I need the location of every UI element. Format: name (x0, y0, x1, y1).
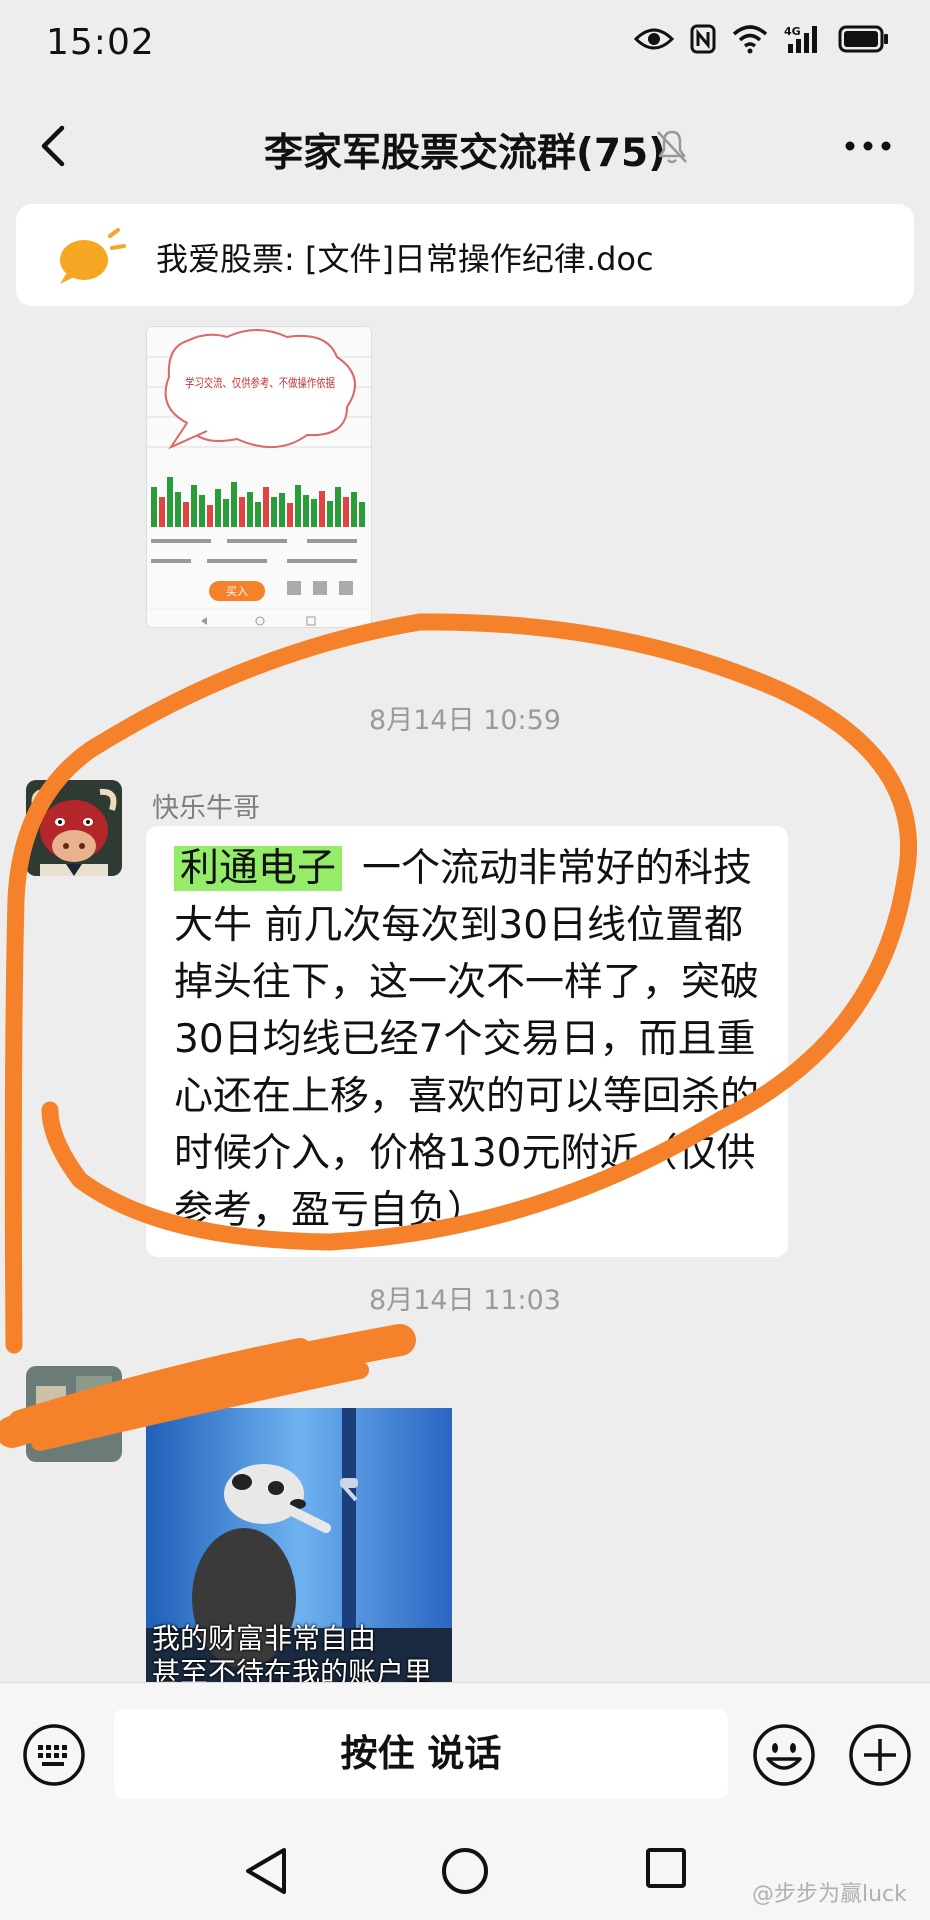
chat-area[interactable]: 学习交流、仅供参考、不做操作依据 买入 8月14日 10:59 快乐牛哥 利通电… (0, 306, 930, 1682)
stock-image-buy-button: 买入 (226, 585, 248, 598)
emoji-icon[interactable] (752, 1723, 816, 1787)
sender-name: 快乐牛哥 (152, 793, 260, 824)
pinned-announcement[interactable]: 我爱股票: [文件]日常操作纪律.doc (16, 204, 914, 306)
eye-icon (634, 28, 674, 50)
watermark: @步步为赢luck (752, 1882, 907, 1907)
timestamp: 8月14日 11:03 (369, 1285, 561, 1316)
mute-bell-icon (657, 130, 687, 164)
avatar[interactable] (26, 1366, 122, 1462)
input-bar: 按住 说话 (0, 1682, 930, 1820)
nav-recent-apps-icon[interactable] (644, 1846, 688, 1890)
title-bar: 李家军股票交流群(75) (0, 92, 930, 204)
more-options-icon[interactable] (840, 128, 896, 164)
meme-caption-line2: 甚至不待在我的账户里 (152, 1656, 433, 1682)
nav-back-icon[interactable] (242, 1846, 290, 1896)
message-text: 一个流动非常好的科技大牛 前几次每次到30日线位置都掉头往下，这一次不一样了，突… (174, 846, 760, 1233)
signal-icon: 4G (784, 25, 817, 53)
wifi-icon (732, 25, 768, 54)
message-bubble[interactable]: 利通电子 一个流动非常好的科技大牛 前几次每次到30日线位置都掉头往下，这一次不一… (146, 826, 788, 1257)
nfc-icon (690, 24, 716, 54)
system-nav-bar: @步步为赢luck (0, 1820, 930, 1920)
announcement-icon (60, 228, 126, 284)
avatar[interactable] (26, 780, 122, 876)
svg-text:4G: 4G (784, 25, 801, 38)
chat-title: 李家军股票交流群(75) (264, 131, 666, 176)
status-time: 15:02 (46, 22, 155, 63)
stock-screenshot-image[interactable]: 学习交流、仅供参考、不做操作依据 买入 (146, 326, 372, 628)
hold-to-talk-button[interactable]: 按住 说话 (114, 1709, 728, 1799)
timestamp: 8月14日 10:59 (369, 705, 561, 736)
announcement-text: 我爱股票: [文件]日常操作纪律.doc (156, 240, 654, 278)
meme-caption-line1: 我的财富非常自由 (152, 1622, 377, 1655)
meme-image[interactable]: 我的财富非常自由 甚至不待在我的账户里 (146, 1408, 452, 1682)
keyboard-icon[interactable] (22, 1723, 86, 1787)
highlighted-stock-name[interactable]: 利通电子 (174, 846, 343, 891)
plus-icon[interactable] (848, 1723, 912, 1787)
battery-icon (838, 25, 888, 53)
stock-image-bubble-text: 学习交流、仅供参考、不做操作依据 (185, 375, 335, 390)
status-icons: 4G (634, 24, 890, 54)
status-bar: 15:02 4G (0, 0, 930, 92)
nav-home-icon[interactable] (440, 1846, 490, 1896)
